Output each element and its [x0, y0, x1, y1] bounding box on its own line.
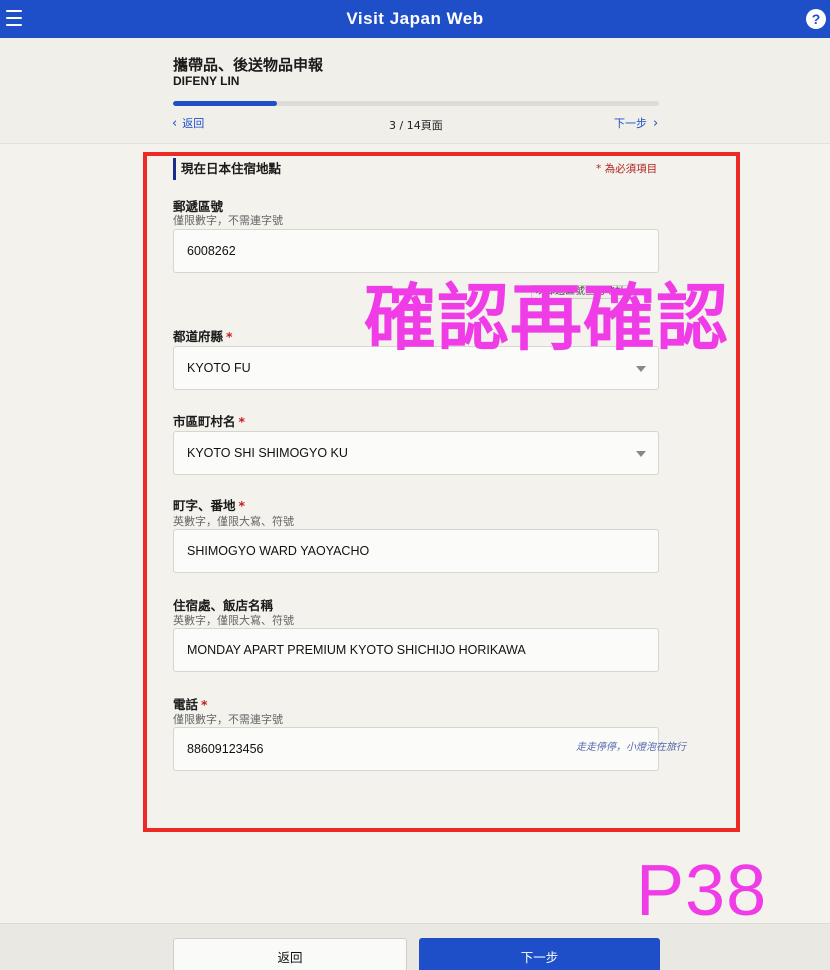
progress-fill [173, 101, 277, 106]
progress-bar [173, 101, 659, 106]
footer-bar: 返回 下一步 [0, 923, 830, 970]
hotel-hint: 英數字，僅限大寫、符號 [173, 614, 294, 627]
prefecture-label-text: 都道府縣 [173, 329, 224, 344]
hotel-label-text: 住宿處、飯店名稱 [173, 598, 274, 613]
user-name: DIFENY LIN [173, 74, 240, 88]
street-input[interactable]: SHIMOGYO WARD YAOYACHO [173, 529, 659, 573]
annotation-stamp: 確認再確認 [364, 276, 730, 360]
header-next-label: 下一步 [614, 117, 647, 130]
page-title: 攜帶品、後送物品申報 [173, 56, 324, 74]
hotel-value: MONDAY APART PREMIUM KYOTO SHICHIJO HORI… [187, 643, 526, 657]
next-button[interactable]: 下一步 [419, 938, 660, 970]
postal-code-value: 6008262 [187, 244, 236, 258]
phone-label-text: 電話 [173, 697, 199, 712]
required-star: * [238, 414, 246, 429]
header-back-link[interactable]: ‹ 返回 [172, 115, 204, 131]
back-button[interactable]: 返回 [173, 938, 407, 970]
postal-hint: 僅限數字，不需連字號 [173, 214, 283, 227]
watermark: 走走停停，小燈泡在旅行 [576, 742, 686, 753]
street-label: 町字、番地 * [173, 495, 245, 514]
app-title: Visit Japan Web [346, 9, 484, 28]
header-back-label: 返回 [182, 117, 205, 130]
header-next-link[interactable]: 下一步 › [614, 115, 658, 131]
phone-value: 88609123456 [187, 742, 264, 756]
required-star: * [201, 697, 208, 712]
page-header: 攜帶品、後送物品申報 DIFENY LIN ‹ 返回 3 / 14頁面 下一步 … [0, 38, 830, 144]
chevron-right-icon: › [653, 115, 659, 131]
required-star: * [226, 329, 233, 344]
chevron-left-icon: ‹ [172, 115, 178, 131]
hotel-input[interactable]: MONDAY APART PREMIUM KYOTO SHICHIJO HORI… [173, 628, 659, 672]
street-label-text: 町字、番地 [173, 498, 236, 513]
caret-down-icon [636, 366, 646, 372]
city-select[interactable]: KYOTO SHI SHIMOGYO KU [173, 431, 659, 475]
page-count: 3 / 14頁面 [389, 119, 443, 132]
prefecture-label: 都道府縣 * [173, 326, 233, 345]
street-hint: 英數字，僅限大寫、符號 [173, 515, 294, 528]
hamburger-menu-icon[interactable] [6, 10, 22, 26]
section-title: 現在日本住宿地點 [173, 158, 281, 180]
phone-hint: 僅限數字，不需連字號 [173, 713, 283, 726]
postal-code-input[interactable]: 6008262 [173, 229, 659, 273]
caret-down-icon [636, 451, 646, 457]
required-star: * [238, 498, 246, 513]
city-label: 市區町村名 * [173, 411, 245, 430]
city-value: KYOTO SHI SHIMOGYO KU [187, 446, 348, 460]
prefecture-value: KYOTO FU [187, 361, 251, 375]
help-circle-icon[interactable]: ? [806, 9, 826, 29]
street-value: SHIMOGYO WARD YAOYACHO [187, 544, 370, 558]
city-label-text: 市區町村名 [173, 414, 236, 429]
required-note: * 為必須項目 [596, 163, 658, 175]
app-bar: Visit Japan Web ? [0, 0, 830, 38]
